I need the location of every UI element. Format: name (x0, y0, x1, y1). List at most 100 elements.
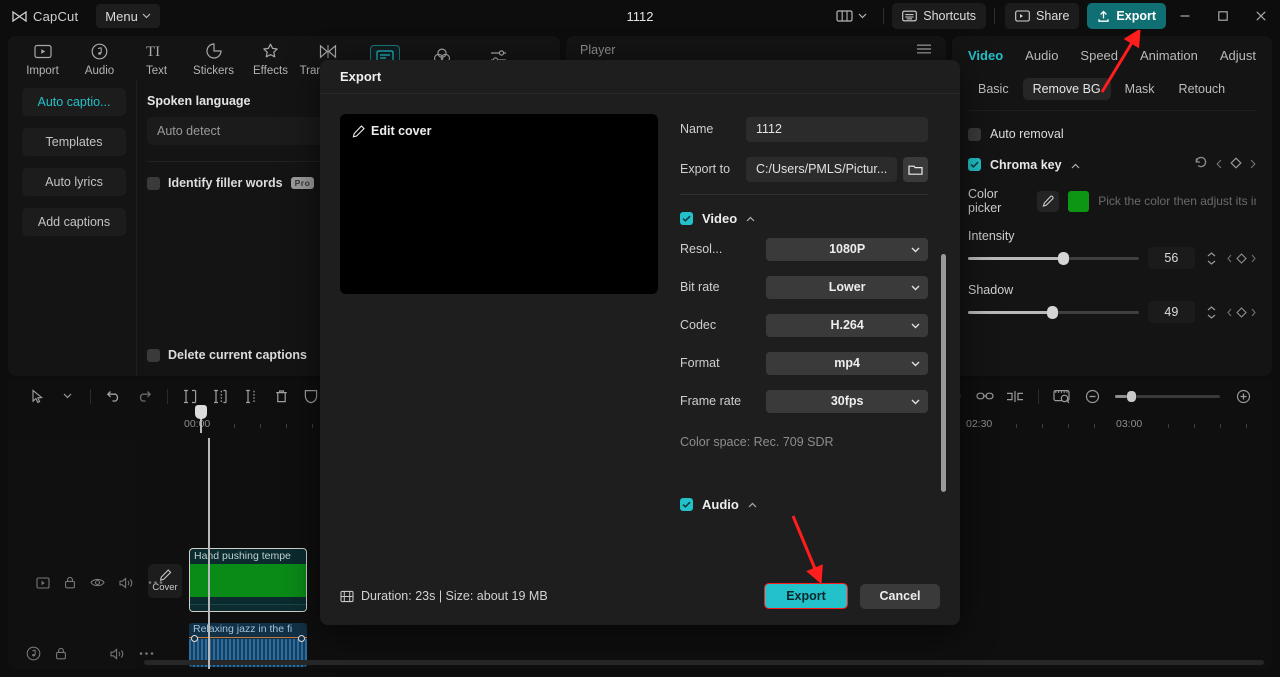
auto-removal-row[interactable]: Auto removal (968, 127, 1256, 141)
intensity-slider[interactable] (968, 251, 1139, 265)
export-label: Export (1116, 9, 1156, 23)
crop-preview-icon[interactable] (1047, 383, 1077, 409)
shadow-stepper[interactable] (1204, 301, 1218, 323)
shadow-slider[interactable] (968, 305, 1139, 319)
link-icon[interactable] (970, 383, 1000, 409)
tab-animation[interactable]: Animation (1140, 48, 1198, 63)
audio-group-checkbox[interactable] (680, 497, 693, 511)
format-select[interactable]: mp4 (766, 351, 929, 375)
chroma-key-label: Chroma key (990, 157, 1062, 172)
lock-icon (56, 647, 66, 660)
export-button-titlebar[interactable]: Export (1087, 3, 1166, 29)
delete-icon[interactable] (266, 383, 296, 409)
export-settings-scrollbar[interactable] (941, 254, 947, 492)
codec-select[interactable]: H.264 (766, 313, 929, 337)
music-note-icon (85, 40, 115, 62)
shortcuts-button[interactable]: Shortcuts (892, 3, 987, 29)
tool-label: Import (26, 65, 59, 77)
subnav-item-auto-captions[interactable]: Auto captio... (22, 88, 126, 116)
edit-cover-label: Edit cover (371, 124, 432, 138)
tab-adjust[interactable]: Adjust (1220, 48, 1256, 63)
tab-speed[interactable]: Speed (1080, 48, 1118, 63)
delete-captions-checkbox[interactable] (147, 348, 160, 362)
pencil-icon (352, 124, 365, 138)
export-to-input[interactable]: C:/Users/PMLS/Pictur... (746, 156, 898, 182)
trim-right-icon[interactable] (236, 383, 266, 409)
subtab-mask[interactable]: Mask (1115, 78, 1165, 100)
playhead-top[interactable] (195, 405, 207, 433)
name-input[interactable]: 1112 (746, 116, 929, 142)
keyframe-prev-icon[interactable] (1216, 156, 1222, 174)
tool-text[interactable]: TI Text (128, 36, 185, 77)
chevron-down-icon (911, 280, 920, 294)
chroma-key-checkbox[interactable] (968, 158, 981, 171)
eyedropper-icon[interactable] (1037, 190, 1059, 212)
shadow-value[interactable]: 49 (1147, 301, 1196, 323)
audio-fade-in-handle[interactable] (191, 635, 198, 642)
subnav-item-templates[interactable]: Templates (22, 128, 126, 156)
framerate-select[interactable]: 30fps (766, 389, 929, 413)
export-confirm-button[interactable]: Export (764, 583, 848, 609)
chroma-collapse-icon[interactable] (1071, 156, 1080, 174)
intensity-value[interactable]: 56 (1147, 247, 1196, 269)
shadow-keyframe-controls[interactable] (1227, 306, 1256, 318)
subnav-item-auto-lyrics[interactable]: Auto lyrics (22, 168, 126, 196)
cursor-dropdown-icon[interactable] (52, 383, 82, 409)
edit-cover-button[interactable]: Edit cover (352, 124, 431, 138)
tab-video[interactable]: Video (968, 48, 1003, 63)
share-button[interactable]: Share (1005, 3, 1080, 29)
reset-icon[interactable] (1194, 155, 1208, 174)
window-maximize-button[interactable] (1204, 0, 1242, 32)
layout-switch-button[interactable] (828, 5, 875, 27)
keyframe-add-icon[interactable] (1230, 156, 1242, 174)
tool-effects[interactable]: Effects (242, 36, 299, 77)
intensity-keyframe-controls[interactable] (1227, 252, 1256, 264)
cover-preview[interactable]: Edit cover (340, 114, 658, 294)
tool-label: Stickers (193, 65, 234, 77)
playhead[interactable] (208, 438, 210, 669)
auto-removal-checkbox[interactable] (968, 127, 981, 141)
timeline-horizontal-scrollbar[interactable] (144, 660, 1264, 665)
zoom-out-icon[interactable] (1077, 383, 1107, 409)
timeline-zoom-slider[interactable] (1115, 390, 1220, 402)
audio-group-collapse-icon[interactable] (748, 495, 757, 513)
zoom-in-icon[interactable] (1228, 383, 1258, 409)
chroma-color-swatch[interactable] (1067, 190, 1090, 212)
subtab-remove-bg[interactable]: Remove BG (1022, 78, 1111, 100)
export-dialog-header: Export (320, 60, 960, 94)
tab-audio[interactable]: Audio (1025, 48, 1058, 63)
identify-filler-words-checkbox[interactable] (147, 176, 160, 190)
subtab-retouch[interactable]: Retouch (1169, 78, 1236, 100)
video-group-collapse-icon[interactable] (746, 209, 755, 227)
subnav-item-add-captions[interactable]: Add captions (22, 208, 126, 236)
tool-audio[interactable]: Audio (71, 36, 128, 77)
resolution-select[interactable]: 1080P (766, 237, 929, 261)
intensity-stepper[interactable] (1204, 247, 1218, 269)
more-icon (148, 581, 163, 584)
tool-import[interactable]: Import (14, 36, 71, 77)
browse-folder-button[interactable] (903, 156, 929, 182)
share-label: Share (1036, 9, 1070, 23)
menu-button[interactable]: Menu (96, 4, 160, 28)
playhead-handle[interactable] (195, 405, 207, 419)
media-import-icon (28, 40, 58, 62)
window-close-button[interactable] (1242, 0, 1280, 32)
window-minimize-button[interactable] (1166, 0, 1204, 32)
trim-left-icon[interactable] (206, 383, 236, 409)
sparkle-star-icon (256, 40, 286, 62)
keyframe-next-icon[interactable] (1250, 156, 1256, 174)
cancel-button[interactable]: Cancel (860, 583, 940, 609)
video-group-checkbox[interactable] (680, 211, 693, 225)
bitrate-select[interactable]: Lower (766, 275, 929, 299)
ruler-label: 03:00 (1116, 418, 1143, 430)
player-menu-icon[interactable] (916, 41, 932, 59)
select-cursor-icon[interactable] (22, 383, 52, 409)
tool-stickers[interactable]: Stickers (185, 36, 242, 77)
mirror-icon[interactable] (1000, 383, 1030, 409)
subtab-basic[interactable]: Basic (968, 78, 1019, 100)
delete-current-captions-row[interactable]: Delete current captions (147, 348, 307, 362)
video-clip[interactable]: Hand pushing tempe (189, 548, 307, 612)
audio-fade-out-handle[interactable] (298, 635, 305, 642)
redo-icon[interactable] (129, 383, 159, 409)
undo-icon[interactable] (99, 383, 129, 409)
